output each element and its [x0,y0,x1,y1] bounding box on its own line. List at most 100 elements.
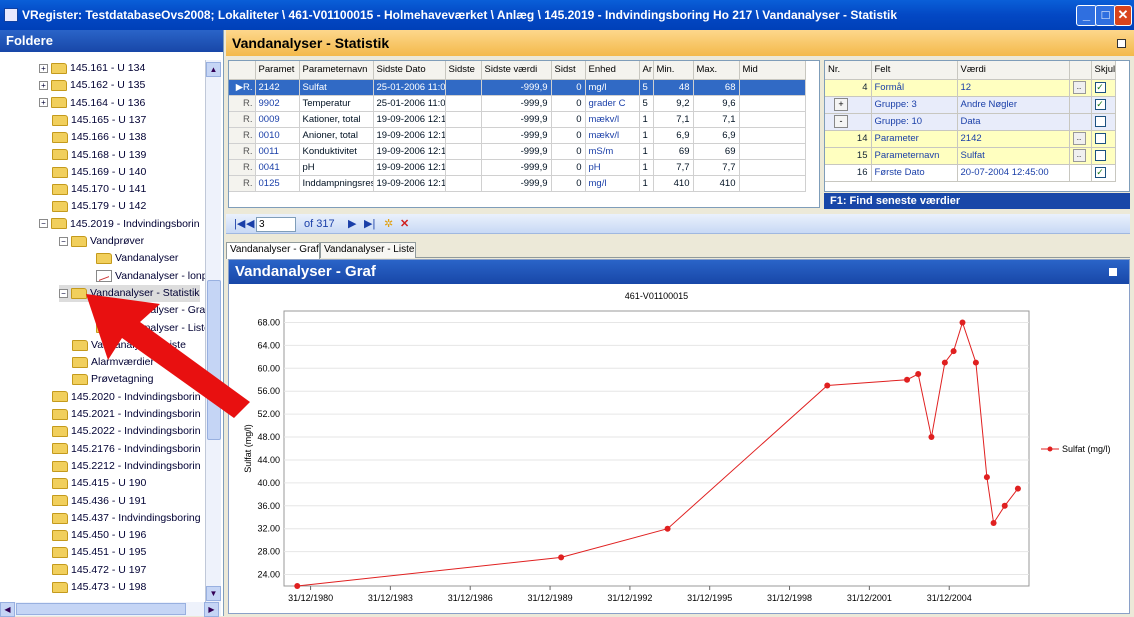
cell-empty[interactable] [445,127,482,144]
column-header[interactable]: Mid [739,61,806,80]
tree-node[interactable]: Prøvetagning [72,371,153,388]
property-value[interactable]: Andre Nøgler [957,96,1070,114]
property-row[interactable]: 4 Formål 12.. ✓ [825,79,1116,97]
cell-date[interactable]: 19-09-2006 12:15 [373,127,446,144]
hide-checkbox[interactable]: ✓ [1094,81,1106,93]
cell-s[interactable]: 0 [551,159,586,176]
tree-node[interactable]: 145.2212 - Indvindingsborin [52,458,201,475]
tree-node[interactable]: 145.165 - U 137 [52,112,146,129]
column-header[interactable]: Sidste [445,61,482,80]
cell-ar[interactable]: 1 [639,111,654,128]
tree-node[interactable]: 145.473 - U 198 [52,579,146,596]
property-value[interactable]: Sulfat [957,147,1070,165]
tree-node[interactable]: 145.170 - U 141 [52,181,146,198]
cell-ar[interactable]: 5 [639,79,654,96]
hide-checkbox[interactable] [1094,149,1106,161]
cell-empty[interactable] [445,159,482,176]
scroll-thumb[interactable] [207,280,221,440]
properties-grid[interactable]: Nr. Felt Værdi Skjul 4 Formål 12.. ✓ + Gruppe: 3… [824,60,1130,192]
cell-min[interactable]: 69 [653,143,694,160]
cell-val[interactable]: -999,9 [481,111,552,128]
column-header[interactable]: Parameternavn [299,61,374,80]
cell-s[interactable]: 0 [551,127,586,144]
cell-unit[interactable]: pH [585,159,640,176]
hide-checkbox[interactable] [1094,132,1106,144]
move-next-icon[interactable]: ▶ [348,217,356,231]
cell-max[interactable]: 9,6 [693,95,740,112]
column-header[interactable]: Ar [639,61,654,80]
cell-marker[interactable]: R. [229,159,256,176]
hscroll-thumb[interactable] [16,603,186,615]
cell-max[interactable]: 68 [693,79,740,96]
folder-tree-horizontal-scrollbar[interactable]: ◀ ▶ [0,602,221,617]
tree-node[interactable]: − 145.2019 - Indvindingsborin [39,216,200,233]
tree-node[interactable]: +145.161 - U 134 [39,60,145,77]
cell-min[interactable]: 410 [653,175,694,192]
close-button[interactable]: ✕ [1114,5,1132,26]
collapse-group-button[interactable]: - [834,115,848,128]
tab-liste[interactable]: Vandanalyser - Liste [320,242,416,258]
cell-name[interactable]: Inddampningsrest [299,175,374,192]
cell-val[interactable]: -999,9 [481,159,552,176]
cell-min[interactable]: 9,2 [653,95,694,112]
cell-val[interactable]: -999,9 [481,175,552,192]
grid-row[interactable]: R. 0011 Konduktivitet 19-09-2006 12:15 -999,… [229,143,806,160]
cell-min[interactable]: 6,9 [653,127,694,144]
graph-maximize-icon[interactable] [1109,268,1117,276]
move-previous-icon[interactable]: ◀ [246,217,254,231]
cell-id[interactable]: 9902 [255,95,300,112]
property-value[interactable]: 20-07-2004 12:45:00 [957,164,1070,182]
cell-marker[interactable]: R. [229,143,256,160]
tree-node[interactable]: Vandanalyser - Graf [96,302,205,319]
cell-val[interactable]: -999,9 [481,143,552,160]
ellipsis-button[interactable]: .. [1072,81,1086,94]
cell-s[interactable]: 0 [551,79,586,96]
cell-date[interactable]: 19-09-2006 12:15 [373,159,446,176]
tree-node[interactable]: 145.2020 - Indvindingsborin [52,389,201,406]
grid-row[interactable]: R. 0041 pH 19-09-2006 12:15 -999,9 0 pH 1 7,7 7,7 [229,159,806,176]
move-last-icon[interactable]: ▶| [364,217,375,231]
property-row[interactable]: 14 Parameter 2142.. [825,130,1116,148]
expand-icon[interactable]: + [39,63,48,73]
tree-node[interactable]: 145.179 - U 142 [52,198,146,215]
tree-node[interactable]: Vandanalyser - Liste [72,337,186,354]
cell-date[interactable]: 25-01-2006 11:00 [373,95,446,112]
scroll-right-button[interactable]: ▶ [204,602,219,617]
cell-val[interactable]: -999,9 [481,95,552,112]
tree-node[interactable]: 145.451 - U 195 [52,544,146,561]
cell-min[interactable]: 7,1 [653,111,694,128]
cell-name[interactable]: Sulfat [299,79,374,96]
cell-marker[interactable]: R. [229,175,256,192]
cell-ar[interactable]: 1 [639,143,654,160]
tree-node[interactable]: 145.2021 - Indvindingsborin [52,406,201,423]
cell-empty[interactable] [739,159,806,176]
ellipsis-button[interactable]: .. [1072,132,1086,145]
grid-row[interactable]: R. 9902 Temperatur 25-01-2006 11:00 -999,9 0 g… [229,95,806,112]
minimize-button[interactable]: _ [1076,5,1097,26]
column-header[interactable]: Sidste Dato [373,61,446,80]
cell-id[interactable]: 0010 [255,127,300,144]
cell-empty[interactable] [445,111,482,128]
grid-row[interactable]: ▶R. 2142 Sulfat 25-01-2006 11:00 -999,9 0 mg/l… [229,79,806,96]
property-nr[interactable]: + [825,96,872,114]
maximize-button[interactable]: □ [1095,5,1116,26]
property-row[interactable]: 16 Første Dato 20-07-2004 12:45:00 ✓ [825,164,1116,182]
collapse-icon[interactable]: − [59,236,68,246]
tree-node[interactable]: 145.415 - U 190 [52,475,146,492]
hide-checkbox[interactable]: ✓ [1094,98,1106,110]
cell-unit[interactable]: grader C [585,95,640,112]
grid-row[interactable]: R. 0009 Kationer, total 19-09-2006 12:15 -99… [229,111,806,128]
cell-name[interactable]: pH [299,159,374,176]
cell-s[interactable]: 0 [551,95,586,112]
cell-unit[interactable]: mækv/l [585,127,640,144]
scroll-up-button[interactable]: ▲ [206,62,221,77]
tree-node[interactable]: +145.162 - U 135 [39,77,145,94]
tab-graf[interactable]: Vandanalyser - Graf [226,242,320,259]
cell-unit[interactable]: mS/m [585,143,640,160]
cell-date[interactable]: 25-01-2006 11:00 [373,79,446,96]
cell-empty[interactable] [739,175,806,192]
cell-val[interactable]: -999,9 [481,127,552,144]
cell-id[interactable]: 0125 [255,175,300,192]
cell-date[interactable]: 19-09-2006 12:15 [373,143,446,160]
property-value[interactable]: Data [957,113,1070,131]
